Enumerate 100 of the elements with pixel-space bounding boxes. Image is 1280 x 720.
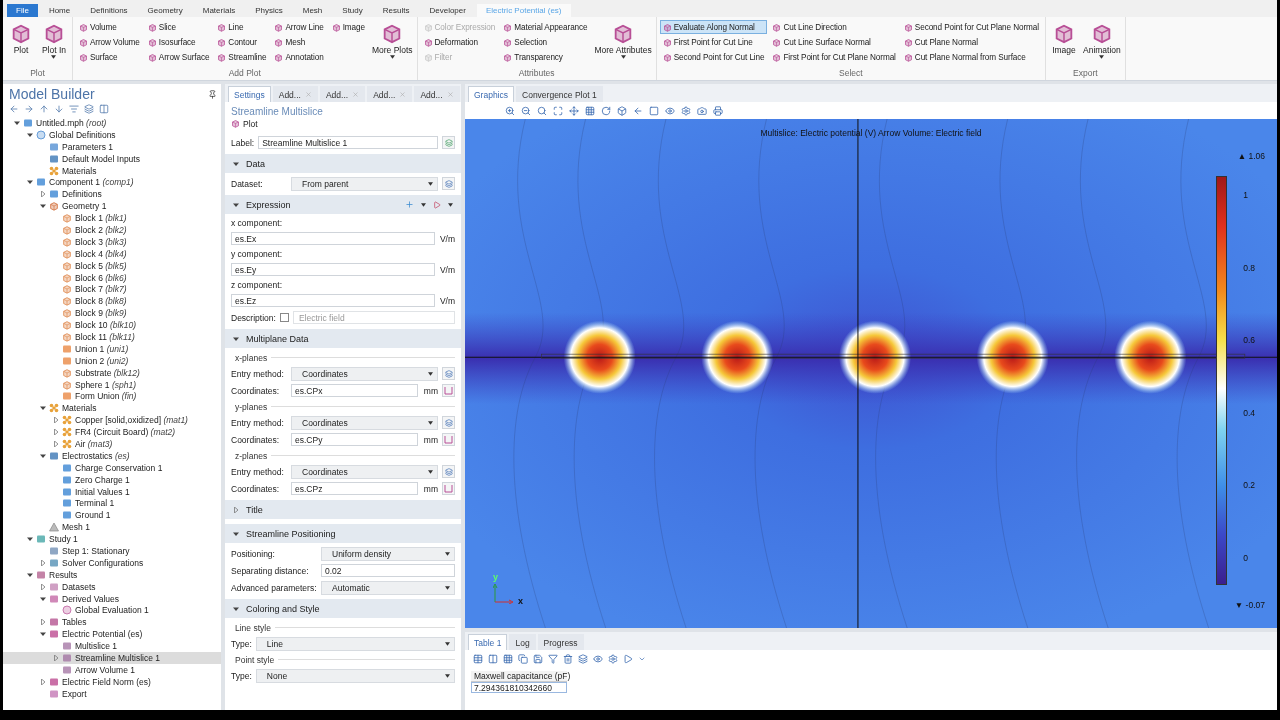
ribbon-button[interactable]: Line	[214, 20, 270, 34]
square-icon[interactable]	[649, 105, 659, 116]
collapsed-triangle-icon[interactable]	[39, 678, 46, 685]
dropdown[interactable]: None	[255, 668, 455, 683]
dropdown[interactable]: Coordinates	[291, 464, 438, 479]
tree-item[interactable]: Global Definitions	[3, 128, 221, 141]
menu-tab[interactable]: Geometry	[138, 4, 192, 17]
tree-item[interactable]: Materials	[3, 402, 221, 415]
tree-item[interactable]: Default Model Inputs	[3, 152, 221, 165]
collapsed-triangle-icon[interactable]	[233, 506, 239, 513]
maximize-icon[interactable]	[553, 105, 563, 116]
arrow-left-icon[interactable]	[633, 105, 643, 116]
menu-tab[interactable]: Results	[373, 4, 419, 17]
tree-item[interactable]: Electric Potential (es)	[3, 628, 221, 641]
tree-item[interactable]: Terminal 1	[3, 497, 221, 510]
panel-tab[interactable]: Progress	[537, 634, 584, 650]
tree-item[interactable]: Union 1 (uni1)	[3, 342, 221, 355]
search-icon[interactable]	[537, 105, 547, 116]
expanded-triangle-icon[interactable]	[39, 452, 46, 459]
move-icon[interactable]	[569, 105, 579, 116]
filter-icon[interactable]	[548, 653, 558, 664]
ribbon-button[interactable]: First Point for Cut Line	[659, 35, 768, 49]
checkbox[interactable]	[279, 313, 289, 322]
tree-item[interactable]: Results	[3, 568, 221, 581]
zoom-out-icon[interactable]	[521, 105, 531, 116]
collapsed-triangle-icon[interactable]	[39, 191, 46, 198]
panel-tab[interactable]: Add...	[414, 86, 460, 102]
arrow-down-icon[interactable]	[54, 104, 64, 114]
tree-item[interactable]: Global Evaluation 1	[3, 604, 221, 617]
tree-item[interactable]: Geometry 1	[3, 200, 221, 213]
expanded-triangle-icon[interactable]	[233, 335, 239, 342]
tree-item[interactable]: Block 3 (blk3)	[3, 235, 221, 248]
tree-item[interactable]: Untitled.mph (root)	[3, 117, 221, 129]
settings-icon[interactable]	[608, 653, 618, 664]
cube-icon[interactable]	[617, 105, 627, 116]
ribbon-button[interactable]: Second Point for Cut Plane Normal	[900, 20, 1042, 34]
ribbon-button[interactable]: Evaluate Along Normal	[659, 20, 768, 34]
input-field[interactable]: es.CPy	[291, 433, 418, 446]
expanded-triangle-icon[interactable]	[13, 119, 20, 126]
tree-item[interactable]: Mesh 1	[3, 521, 221, 534]
section-header[interactable]: Coloring and Style	[225, 599, 461, 618]
ribbon-button[interactable]: Isosurface	[144, 35, 213, 49]
arrow-right-icon[interactable]	[24, 104, 34, 114]
panel-tab[interactable]: Settings	[228, 86, 271, 102]
grid-icon[interactable]	[503, 653, 513, 664]
play-icon[interactable]	[623, 653, 633, 664]
filter-icon[interactable]	[69, 104, 79, 114]
tree-item[interactable]: Tables	[3, 616, 221, 629]
panel-tab[interactable]: Add...	[319, 86, 366, 102]
tree-item[interactable]: FR4 (Circuit Board) (mat2)	[3, 426, 221, 439]
ribbon-button[interactable]: Animation	[1082, 20, 1122, 59]
input-field[interactable]: es.Ey	[231, 263, 435, 276]
ribbon-button[interactable]: Cut Line Direction	[769, 20, 899, 34]
tree-item[interactable]: Block 11 (blk11)	[3, 331, 221, 343]
tree-item[interactable]: Substrate (blk12)	[3, 366, 221, 379]
collapsed-triangle-icon[interactable]	[52, 655, 59, 661]
columns-icon[interactable]	[488, 653, 498, 664]
ribbon-button[interactable]: Selection	[500, 35, 591, 49]
ribbon-button[interactable]: Streamline	[214, 50, 270, 64]
section-header[interactable]: Expression	[225, 195, 461, 214]
tree-item[interactable]: Block 1 (blk1)	[3, 212, 221, 224]
dropdown[interactable]: Automatic	[321, 580, 455, 595]
collapsed-triangle-icon[interactable]	[52, 441, 59, 447]
ribbon-button[interactable]: Deformation	[420, 35, 499, 49]
dropdown[interactable]: From parent	[291, 176, 438, 191]
dropdown[interactable]: Coordinates	[291, 366, 438, 381]
panel-tab[interactable]: Convergence Plot 1	[516, 86, 603, 102]
range-button[interactable]	[442, 433, 455, 446]
tree-item[interactable]: Derived Values	[3, 592, 221, 605]
tree-item[interactable]: Materials	[3, 164, 221, 177]
ribbon-button[interactable]: Volume	[76, 20, 143, 34]
input-field[interactable]: es.CPz	[291, 482, 418, 495]
section-header[interactable]: Data	[225, 154, 461, 173]
menu-tab[interactable]: Study	[333, 4, 372, 17]
tree-item[interactable]: Block 4 (blk4)	[3, 247, 221, 260]
grid-icon[interactable]	[585, 105, 595, 116]
ribbon-button[interactable]: Annotation	[271, 50, 327, 64]
tree-item[interactable]: Arrow Volume 1	[3, 663, 221, 676]
ribbon-button[interactable]: Plot	[6, 20, 36, 55]
option-button[interactable]	[442, 465, 455, 478]
ribbon-button[interactable]: Transparency	[500, 50, 591, 64]
tree-item[interactable]: Block 6 (blk6)	[3, 271, 221, 284]
expanded-triangle-icon[interactable]	[39, 203, 46, 210]
tree-item[interactable]: Study 1	[3, 533, 221, 546]
expanded-triangle-icon[interactable]	[26, 131, 33, 138]
collapsed-triangle-icon[interactable]	[52, 417, 59, 424]
tree-item[interactable]: Component 1 (comp1)	[3, 176, 221, 189]
ribbon-button[interactable]: More Attributes	[593, 20, 653, 59]
tree-item[interactable]: Step 1: Stationary	[3, 545, 221, 557]
ribbon-button[interactable]: Second Point for Cut Line	[659, 50, 768, 64]
tree-item[interactable]: Initial Values 1	[3, 485, 221, 498]
ribbon-button[interactable]: Material Appearance	[500, 20, 591, 34]
rotate-icon[interactable]	[601, 105, 611, 116]
option-button[interactable]	[442, 136, 455, 149]
menu-tab[interactable]: Materials	[193, 4, 245, 17]
tree-item[interactable]: Charge Conservation 1	[3, 461, 221, 474]
tree-item[interactable]: Block 5 (blk5)	[3, 259, 221, 272]
ribbon-button[interactable]: Plot In	[39, 20, 69, 59]
ribbon-button[interactable]: Mesh	[271, 35, 327, 49]
tree-item[interactable]: Electrostatics (es)	[3, 449, 221, 462]
